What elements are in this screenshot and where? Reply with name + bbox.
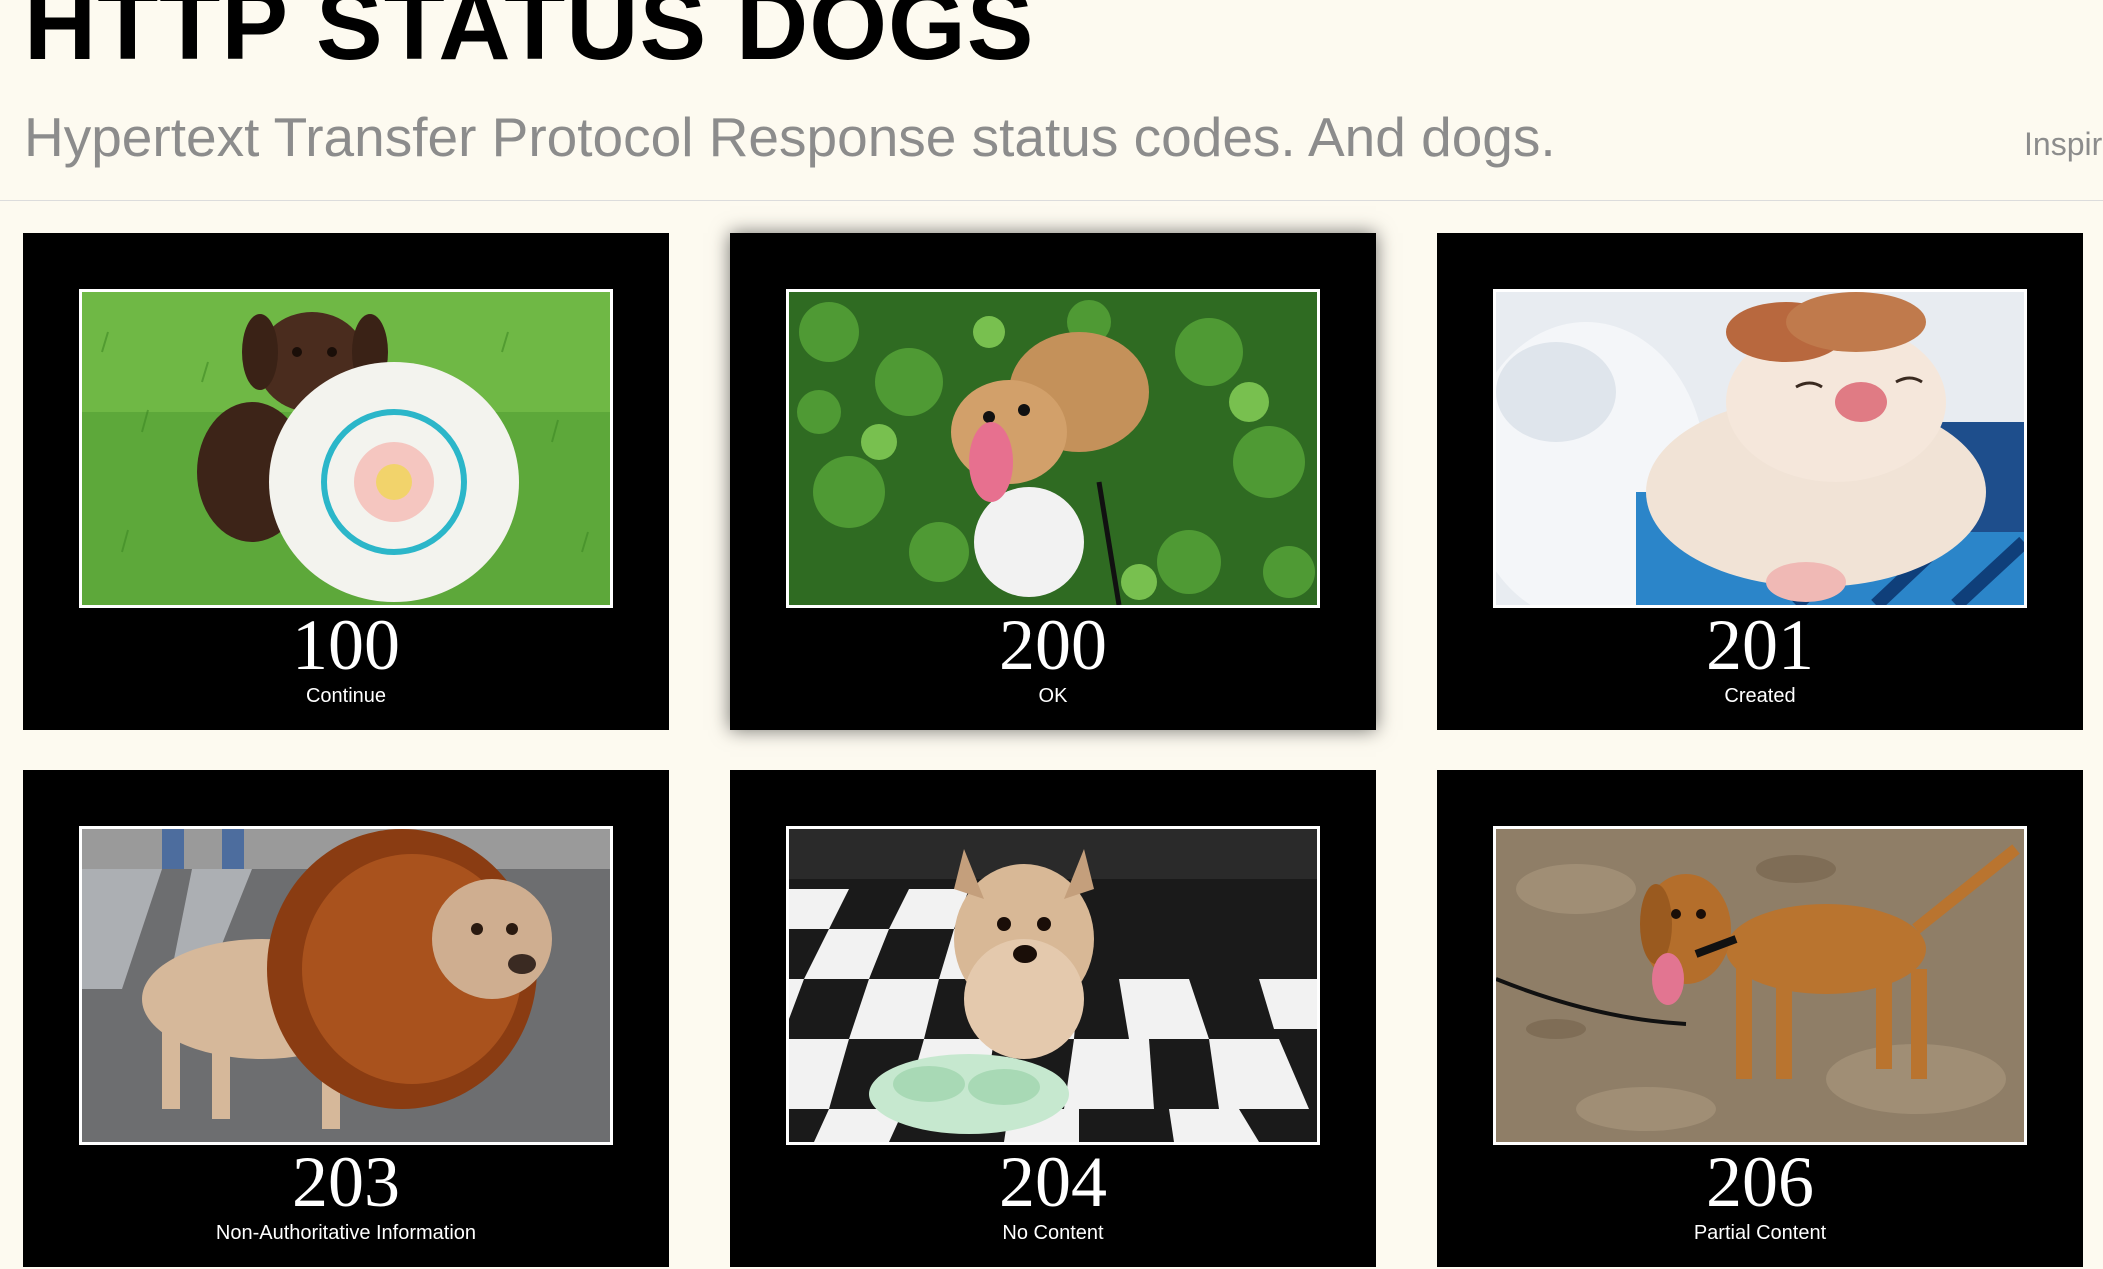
sleeping-puppy-image	[1496, 292, 2024, 605]
status-card-200[interactable]: 200 OK	[730, 233, 1376, 730]
dog-photo	[786, 289, 1320, 608]
dog-photo	[79, 289, 613, 608]
status-code: 203	[292, 1142, 400, 1222]
status-label: Created	[1724, 685, 1796, 707]
status-code: 201	[1706, 605, 1814, 685]
status-card-201[interactable]: 201 Created	[1437, 233, 2083, 730]
lion-costume-dog-image	[82, 829, 610, 1142]
status-code: 206	[1706, 1142, 1814, 1222]
status-label: No Content	[1002, 1222, 1104, 1244]
status-code: 200	[999, 605, 1107, 685]
puppy-frisbee-image	[82, 292, 610, 605]
status-code: 204	[999, 1142, 1107, 1222]
dog-photo	[1493, 289, 2027, 608]
status-card-206[interactable]: 206 Partial Content	[1437, 770, 2083, 1267]
status-card-100[interactable]: 100 Continue	[23, 233, 669, 730]
status-label: Non-Authoritative Information	[215, 1222, 477, 1244]
status-label: Partial Content	[1693, 1222, 1827, 1244]
status-card-203[interactable]: 203 Non-Authoritative Information	[23, 770, 669, 1267]
status-code: 100	[292, 605, 400, 685]
site-title[interactable]: HTTP STATUS DOGS	[24, 0, 1034, 80]
dog-photo	[1493, 826, 2027, 1145]
dog-photo	[786, 826, 1320, 1145]
status-label: Continue	[305, 685, 387, 707]
site-tagline: Hypertext Transfer Protocol Response sta…	[24, 106, 1556, 168]
hound-on-leash-image	[1496, 829, 2024, 1142]
status-card-204[interactable]: 204 No Content	[730, 770, 1376, 1267]
site-header: HTTP STATUS DOGS Hypertext Transfer Prot…	[0, 0, 2103, 201]
status-label: OK	[1038, 685, 1068, 707]
dog-bowl-checkered-floor-image	[789, 829, 1317, 1142]
dog-in-ivy-image	[789, 292, 1317, 605]
dog-photo	[79, 826, 613, 1145]
inspired-by-link[interactable]: Inspir	[2024, 124, 2102, 164]
page: HTTP STATUS DOGS Hypertext Transfer Prot…	[0, 0, 2103, 1269]
